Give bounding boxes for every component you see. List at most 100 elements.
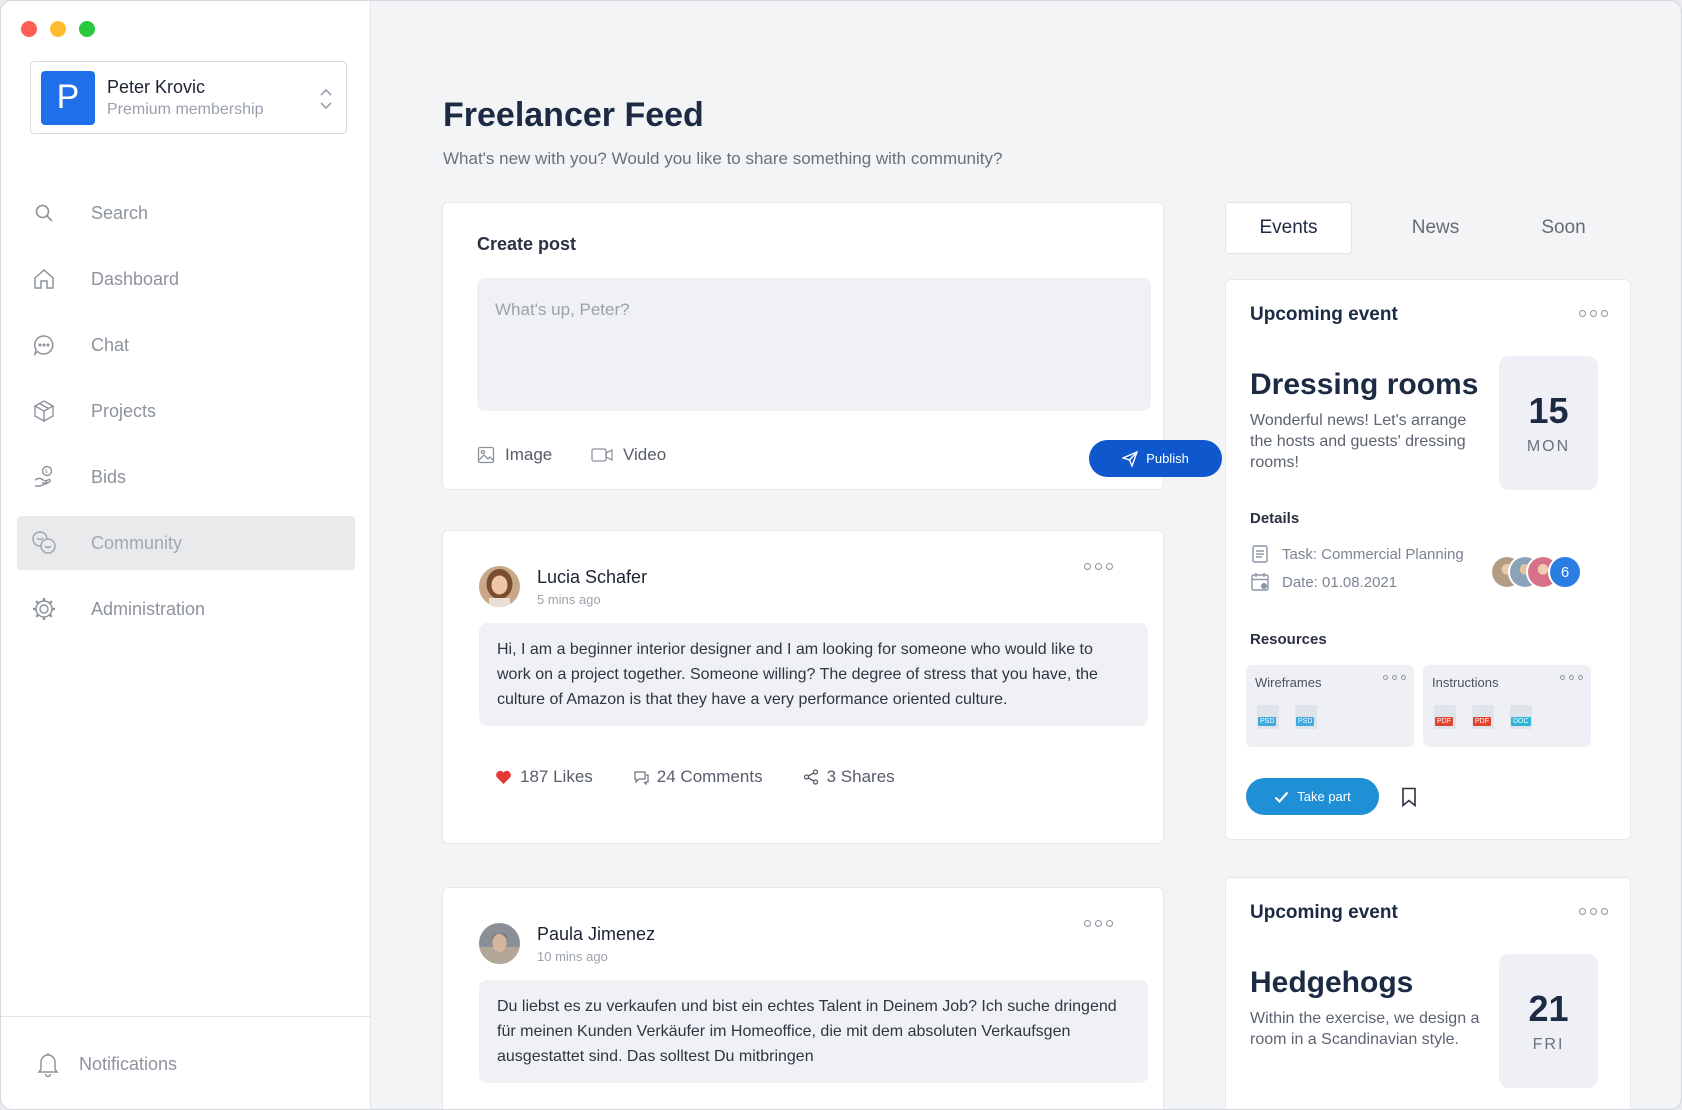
page-title: Freelancer Feed <box>443 96 704 134</box>
sidebar-item-notifications[interactable]: Notifications <box>1 1016 371 1109</box>
event-day: 21 <box>1528 988 1569 1029</box>
window-controls <box>21 21 95 37</box>
event-date-badge: 21 FRI <box>1499 954 1598 1088</box>
avatar[interactable] <box>479 923 520 964</box>
share-icon <box>803 769 818 785</box>
post-body: Hi, I am a beginner interior designer an… <box>479 623 1148 726</box>
event-weekday: FRI <box>1532 1036 1565 1053</box>
post-options-button[interactable] <box>1080 559 1117 574</box>
doc-file-icon[interactable]: DOC <box>1510 705 1534 731</box>
sidebar-item-chat[interactable]: Chat <box>17 318 355 372</box>
send-icon <box>1122 450 1139 467</box>
event-description: Within the exercise, we design a room in… <box>1250 1010 1480 1048</box>
video-camera-icon <box>591 448 613 462</box>
calendar-icon <box>1250 572 1270 592</box>
event-card: Upcoming event Hedgehogs Within the exer… <box>1225 877 1631 1109</box>
post-author[interactable]: Paula Jimenez <box>537 924 655 945</box>
share-button[interactable]: 3 Shares <box>803 767 895 787</box>
avatar[interactable] <box>479 566 520 607</box>
event-options-button[interactable] <box>1575 904 1612 919</box>
sidebar-item-administration[interactable]: Administration <box>17 582 355 636</box>
publish-label: Publish <box>1146 451 1189 466</box>
video-label: Video <box>623 445 667 464</box>
minimize-window-button[interactable] <box>50 21 66 37</box>
profile-membership: Premium membership <box>107 100 264 118</box>
add-image-button[interactable]: Image <box>477 445 552 465</box>
profile-name: Peter Krovic <box>107 76 206 97</box>
event-heading: Upcoming event <box>1250 902 1398 923</box>
chevron-up-down-icon <box>320 88 332 110</box>
event-heading: Upcoming event <box>1250 304 1398 325</box>
psd-file-icon[interactable]: PSD <box>1257 705 1281 731</box>
sidebar-item-community[interactable]: Community <box>17 516 355 570</box>
take-part-button[interactable]: Take part <box>1246 778 1379 815</box>
image-icon <box>477 446 495 464</box>
resource-options-button[interactable] <box>1556 671 1587 684</box>
sidebar-item-projects[interactable]: Projects <box>17 384 355 438</box>
svg-text:$: $ <box>45 469 48 475</box>
page-subtitle: What's new with you? Would you like to s… <box>443 149 1003 168</box>
event-date-badge: 15 MON <box>1499 356 1598 490</box>
resource-folder[interactable]: Wireframes PSD PSD <box>1246 665 1414 747</box>
post-options-button[interactable] <box>1080 916 1117 931</box>
pdf-file-icon[interactable]: PDF <box>1472 705 1496 731</box>
close-window-button[interactable] <box>21 21 37 37</box>
task-list-icon <box>1250 544 1270 564</box>
search-icon <box>31 200 57 226</box>
sidebar-nav: Search Dashboard Chat Projects $ Bids Co… <box>17 186 355 648</box>
feed-post: Lucia Schafer 5 mins ago Hi, I am a begi… <box>442 530 1164 844</box>
gear-icon <box>31 596 57 622</box>
event-title: Dressing rooms <box>1250 368 1479 401</box>
sidebar-item-search[interactable]: Search <box>17 186 355 240</box>
tab-news[interactable]: News <box>1352 202 1519 254</box>
post-timestamp: 5 mins ago <box>537 592 601 607</box>
event-task: Task: Commercial Planning <box>1250 544 1464 564</box>
take-part-label: Take part <box>1297 789 1351 804</box>
event-date-text: Date: 01.08.2021 <box>1282 573 1398 591</box>
details-label: Details <box>1250 510 1300 527</box>
home-icon <box>31 266 57 292</box>
like-button[interactable]: 187 Likes <box>495 767 593 787</box>
profile-avatar: P <box>41 70 95 125</box>
checkmark-icon <box>1274 791 1289 803</box>
heart-icon <box>496 770 511 784</box>
profile-switcher[interactable]: P Peter Krovic Premium membership <box>30 61 347 134</box>
sidebar-item-label: Projects <box>91 400 157 421</box>
participants-avatars[interactable]: 6 <box>1490 555 1582 589</box>
pdf-file-icon[interactable]: PDF <box>1434 705 1458 731</box>
publish-button[interactable]: Publish <box>1089 440 1222 477</box>
right-panel-tabs: Events News Soon <box>1225 202 1631 254</box>
sidebar-item-bids[interactable]: $ Bids <box>17 450 355 504</box>
tab-soon[interactable]: Soon <box>1519 202 1608 254</box>
app-window: P Peter Krovic Premium membership Search <box>0 0 1682 1110</box>
sidebar-item-dashboard[interactable]: Dashboard <box>17 252 355 306</box>
event-description: Wonderful news! Let's arrange the hosts … <box>1250 412 1467 471</box>
comment-icon <box>634 771 649 785</box>
resource-name: Instructions <box>1432 675 1499 690</box>
image-label: Image <box>505 445 553 464</box>
post-body: Du liebst es zu verkaufen und bist ein e… <box>479 980 1148 1083</box>
post-timestamp: 10 mins ago <box>537 949 608 964</box>
resource-files: PDF PDF DOC <box>1434 705 1534 731</box>
event-options-button[interactable] <box>1575 306 1612 321</box>
chat-bubble-icon <box>31 332 57 358</box>
post-input[interactable] <box>477 278 1151 411</box>
create-post-card: Create post Image Video Publish <box>442 202 1222 490</box>
tab-events[interactable]: Events <box>1225 202 1352 254</box>
add-video-button[interactable]: Video <box>591 445 666 465</box>
resource-folder[interactable]: Instructions PDF PDF DOC <box>1423 665 1591 747</box>
sidebar-item-label: Community <box>91 532 183 553</box>
psd-file-icon[interactable]: PSD <box>1295 705 1319 731</box>
sidebar-item-label: Administration <box>91 598 206 619</box>
resource-name: Wireframes <box>1255 675 1322 690</box>
participants-more-count: 6 <box>1548 555 1582 589</box>
post-author[interactable]: Lucia Schafer <box>537 567 647 588</box>
maximize-window-button[interactable] <box>79 21 95 37</box>
create-post-title: Create post <box>477 234 577 254</box>
comment-button[interactable]: 24 Comments <box>633 767 763 787</box>
event-card: Upcoming event Dressing rooms Wonderful … <box>1225 279 1631 840</box>
comments-count: 24 Comments <box>656 767 763 786</box>
resource-options-button[interactable] <box>1379 671 1410 684</box>
bookmark-icon[interactable] <box>1400 787 1418 807</box>
event-date: Date: 01.08.2021 <box>1250 572 1397 592</box>
